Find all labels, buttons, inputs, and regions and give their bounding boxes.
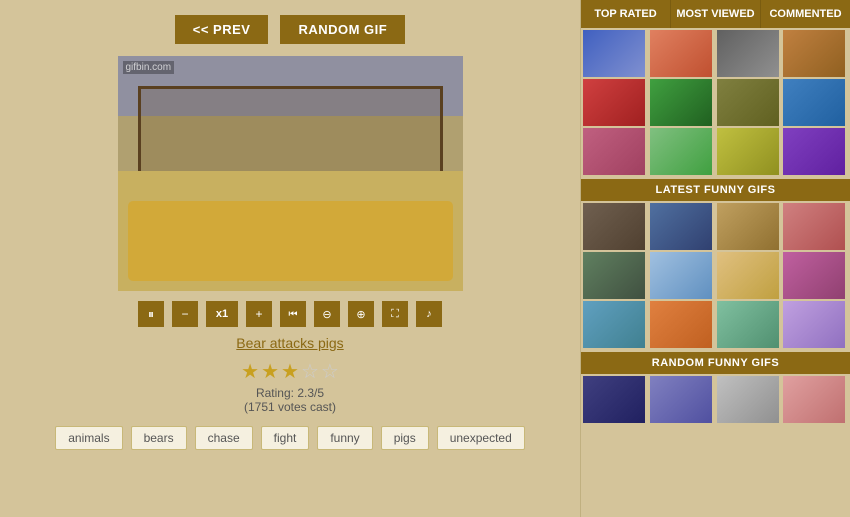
prev-button[interactable]: << PREV — [175, 15, 269, 44]
zoom-out-button[interactable]: ⊖ — [314, 301, 340, 327]
thumb-11[interactable] — [717, 128, 779, 175]
star-2[interactable]: ★ — [261, 359, 279, 384]
main-area: << PREV RANDOM GIF gifbin.com ⏸ − x1 + ⏮… — [0, 0, 580, 517]
plus-button[interactable]: + — [246, 301, 272, 327]
latest-section-label: LATEST FUNNY GIFS — [581, 179, 850, 201]
star-5[interactable]: ☆ — [321, 359, 339, 384]
latest-thumb-12[interactable] — [783, 301, 845, 348]
latest-thumb-1[interactable] — [583, 203, 645, 250]
thumb-3[interactable] — [717, 30, 779, 77]
latest-thumb-8[interactable] — [783, 252, 845, 299]
thumb-5[interactable] — [583, 79, 645, 126]
random-gif-button[interactable]: RANDOM GIF — [280, 15, 405, 44]
tags-row: animals bears chase fight funny pigs une… — [55, 426, 525, 450]
rating-stars: ★ ★ ★ ☆ ☆ — [241, 359, 339, 384]
tag-fight[interactable]: fight — [261, 426, 310, 450]
tab-most-viewed[interactable]: MOST VIEWED — [671, 0, 761, 28]
star-3[interactable]: ★ — [281, 359, 299, 384]
sidebar-tabs: TOP RATED MOST VIEWED COMMENTED — [581, 0, 850, 28]
star-1[interactable]: ★ — [241, 359, 259, 384]
tag-unexpected[interactable]: unexpected — [437, 426, 525, 450]
tab-commented[interactable]: COMMENTED — [761, 0, 850, 28]
tag-animals[interactable]: animals — [55, 426, 122, 450]
gif-display: gifbin.com — [118, 56, 463, 291]
sidebar: TOP RATED MOST VIEWED COMMENTED LATEST F… — [580, 0, 850, 517]
tab-top-rated[interactable]: TOP RATED — [581, 0, 671, 28]
thumb-1[interactable] — [583, 30, 645, 77]
thumb-7[interactable] — [717, 79, 779, 126]
rewind-button[interactable]: ⏮ — [280, 301, 306, 327]
latest-thumb-10[interactable] — [650, 301, 712, 348]
latest-thumb-4[interactable] — [783, 203, 845, 250]
nav-buttons: << PREV RANDOM GIF — [175, 15, 405, 44]
random-thumb-1[interactable] — [583, 376, 645, 423]
random-section-label: RANDOM FUNNY GIFS — [581, 352, 850, 374]
latest-thumb-3[interactable] — [717, 203, 779, 250]
latest-thumb-6[interactable] — [650, 252, 712, 299]
gif-watermark: gifbin.com — [123, 61, 175, 74]
latest-thumb-5[interactable] — [583, 252, 645, 299]
zoom-in-button[interactable]: ⊕ — [348, 301, 374, 327]
thumb-6[interactable] — [650, 79, 712, 126]
thumb-4[interactable] — [783, 30, 845, 77]
controls-bar: ⏸ − x1 + ⏮ ⊖ ⊕ ⛶ ♪ — [138, 301, 442, 327]
star-4[interactable]: ☆ — [301, 359, 319, 384]
pause-button[interactable]: ⏸ — [138, 301, 164, 327]
random-grid — [581, 374, 850, 425]
rating-votes: (1751 votes cast) — [244, 400, 336, 414]
volume-button[interactable]: ♪ — [416, 301, 442, 327]
top-rated-grid — [581, 28, 850, 177]
thumb-10[interactable] — [650, 128, 712, 175]
random-thumb-2[interactable] — [650, 376, 712, 423]
thumb-9[interactable] — [583, 128, 645, 175]
tag-pigs[interactable]: pigs — [381, 426, 429, 450]
rating-label: Rating: 2.3/5 (1751 votes cast) — [244, 386, 336, 414]
thumb-12[interactable] — [783, 128, 845, 175]
minus-button[interactable]: − — [172, 301, 198, 327]
tag-funny[interactable]: funny — [317, 426, 372, 450]
thumb-2[interactable] — [650, 30, 712, 77]
rating-value: Rating: 2.3/5 — [256, 386, 324, 400]
latest-thumb-11[interactable] — [717, 301, 779, 348]
speed-button[interactable]: x1 — [206, 301, 238, 327]
latest-thumb-7[interactable] — [717, 252, 779, 299]
fullscreen-button[interactable]: ⛶ — [382, 301, 408, 327]
latest-thumb-9[interactable] — [583, 301, 645, 348]
random-thumb-3[interactable] — [717, 376, 779, 423]
thumb-8[interactable] — [783, 79, 845, 126]
tag-bears[interactable]: bears — [131, 426, 187, 450]
gif-title[interactable]: Bear attacks pigs — [236, 335, 343, 351]
latest-grid — [581, 201, 850, 350]
random-thumb-4[interactable] — [783, 376, 845, 423]
tag-chase[interactable]: chase — [195, 426, 253, 450]
latest-thumb-2[interactable] — [650, 203, 712, 250]
